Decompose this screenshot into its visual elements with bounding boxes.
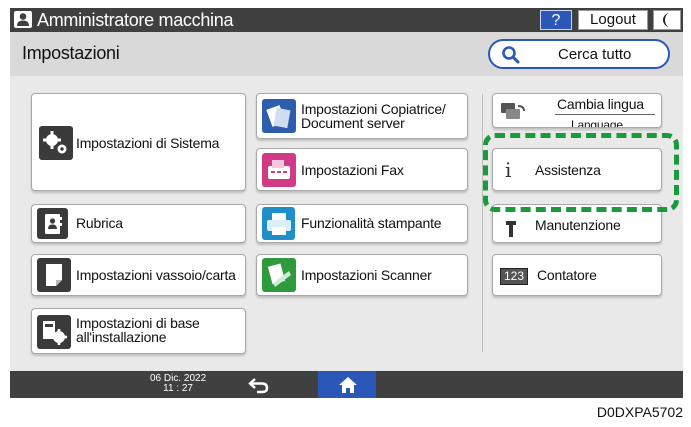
search-all-button[interactable]: Cerca tutto [488, 39, 670, 69]
user-icon [14, 11, 32, 28]
logout-button[interactable]: Logout [578, 10, 648, 30]
back-arrow-icon [248, 378, 269, 394]
top-bar: Amministratore macchina ? Logout [10, 8, 683, 32]
counter-icon: 123 [500, 268, 529, 285]
counter-tile[interactable]: 123 Contatore [492, 254, 662, 296]
address-book-tile[interactable]: Rubrica [31, 204, 246, 243]
energy-saver-button[interactable] [653, 10, 681, 30]
address-book-label: Rubrica [76, 215, 123, 231]
tray-paper-settings-tile[interactable]: Impostazioni vassoio/carta [31, 254, 246, 296]
system-settings-label: Impostazioni di Sistema [76, 135, 220, 151]
printer-icon [262, 207, 295, 240]
page-header: Impostazioni Cerca tutto [10, 32, 683, 76]
copier-settings-label-line2: Document server [301, 115, 405, 131]
search-icon [502, 46, 520, 64]
maintenance-label: Manutenzione [535, 217, 621, 233]
column-divider [482, 94, 483, 352]
page-title: Impostazioni [22, 43, 120, 63]
system-settings-tile[interactable]: Impostazioni di Sistema [31, 93, 246, 191]
copier-settings-tile[interactable]: Impostazioni Copiatrice/ Document server [256, 93, 468, 139]
assistance-highlight-frame [483, 133, 679, 212]
date-time: 06 Dic. 2022 11 : 27 [150, 374, 206, 394]
bottom-bar: 06 Dic. 2022 11 : 27 [10, 371, 683, 398]
change-language-tile[interactable]: Cambia lingua Language [492, 93, 662, 128]
system-gears-icon [39, 126, 73, 160]
fax-icon [262, 153, 296, 187]
paper-tray-icon [37, 258, 71, 292]
change-language-label: Cambia lingua [557, 96, 644, 112]
fax-settings-tile[interactable]: Impostazioni Fax [256, 148, 468, 191]
tray-paper-settings-label: Impostazioni vassoio/carta [76, 267, 236, 283]
scanner-settings-label: Impostazioni Scanner [301, 267, 432, 283]
fax-settings-label: Impostazioni Fax [301, 162, 404, 178]
scanner-icon [262, 258, 296, 292]
search-all-label: Cerca tutto [558, 46, 632, 63]
installation-settings-label-line2: all'installazione [76, 329, 167, 345]
change-language-icon [500, 102, 526, 125]
printer-features-tile[interactable]: Funzionalità stampante [256, 204, 468, 243]
installation-settings-tile[interactable]: Impostazioni di base all'installazione [31, 308, 246, 354]
image-code: D0DXPA5702 [596, 404, 683, 420]
language-sub-label: Language [571, 118, 623, 128]
home-button[interactable] [318, 371, 376, 398]
language-divider [555, 114, 655, 115]
back-button[interactable] [248, 376, 270, 399]
home-icon [339, 377, 357, 393]
help-button[interactable]: ? [540, 10, 572, 30]
app-title: Amministratore macchina [37, 10, 234, 30]
printer-features-label: Funzionalità stampante [301, 215, 442, 231]
installation-settings-icon [37, 315, 71, 349]
scanner-settings-tile[interactable]: Impostazioni Scanner [256, 254, 468, 296]
settings-panel: Impostazioni di Sistema Rubrica Impostaz… [10, 76, 683, 371]
maintenance-icon [506, 221, 516, 242]
address-book-icon [37, 208, 68, 239]
copier-icon [262, 99, 296, 133]
counter-label: Contatore [537, 267, 597, 283]
energy-saver-icon [663, 13, 670, 27]
time-label: 11 : 27 [163, 383, 193, 394]
